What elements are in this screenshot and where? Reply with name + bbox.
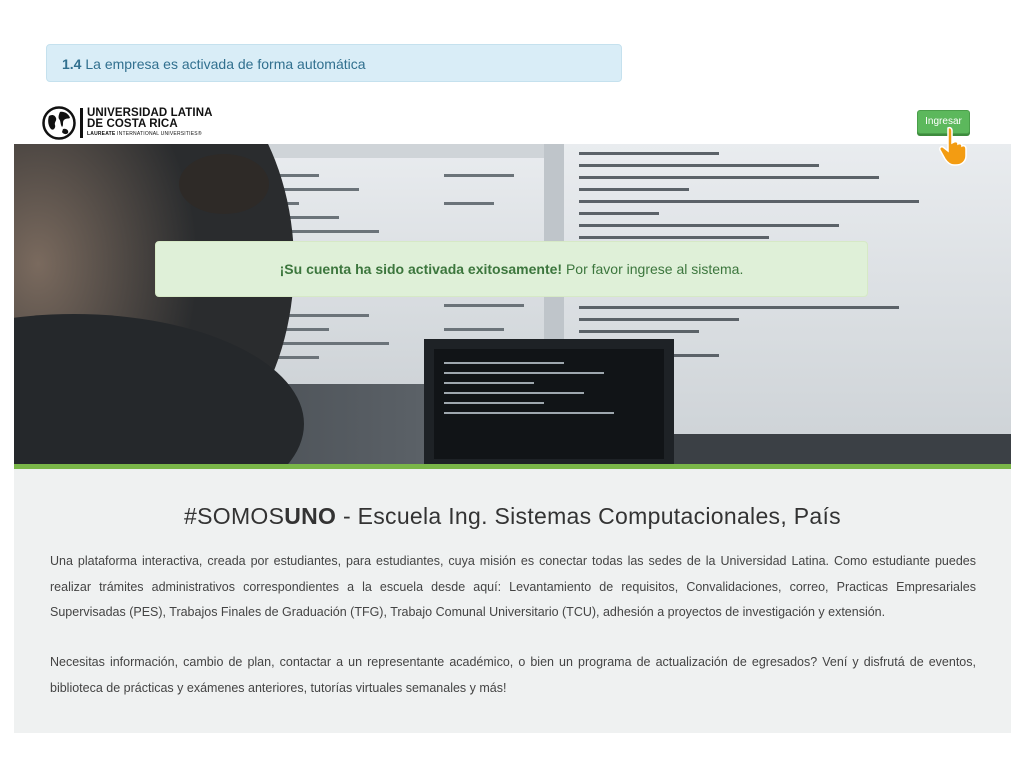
logo-line2: DE COSTA RICA bbox=[87, 118, 178, 130]
about-paragraph-1: Una plataforma interactiva, creada por e… bbox=[50, 554, 976, 619]
alert-bold-text: ¡Su cuenta ha sido activada exitosamente… bbox=[279, 261, 563, 277]
about-title: #SOMOSUNO - Escuela Ing. Sistemas Comput… bbox=[14, 503, 1011, 530]
step-number: 1.4 bbox=[62, 56, 82, 72]
title-bold: UNO bbox=[284, 503, 337, 529]
step-text: La empresa es activada de forma automáti… bbox=[85, 56, 366, 72]
about-section: #SOMOSUNO - Escuela Ing. Sistemas Comput… bbox=[14, 469, 1011, 733]
hand-pointer-icon bbox=[938, 126, 974, 171]
logo-line3: LAUREATE INTERNATIONAL UNIVERSITIES® bbox=[87, 130, 213, 138]
logo-line3-rest: INTERNATIONAL UNIVERSITIES® bbox=[117, 131, 202, 137]
globe-logo-icon bbox=[42, 106, 76, 140]
account-activated-alert: ¡Su cuenta ha sido activada exitosamente… bbox=[155, 241, 868, 297]
logo-laureate: LAUREATE bbox=[87, 131, 116, 137]
alert-rest-text: Por favor ingrese al sistema. bbox=[565, 261, 744, 277]
university-logo[interactable]: UNIVERSIDAD LATINA DE COSTA RICA LAUREAT… bbox=[42, 106, 213, 140]
step-info-alert: 1.4 La empresa es activada de forma auto… bbox=[46, 44, 622, 82]
title-rest: - Escuela Ing. Sistemas Computacionales,… bbox=[342, 503, 841, 529]
title-prefix: #SOMOS bbox=[184, 503, 285, 529]
hero-image bbox=[14, 144, 1011, 466]
about-paragraph-2: Necesitas información, cambio de plan, c… bbox=[50, 655, 976, 695]
